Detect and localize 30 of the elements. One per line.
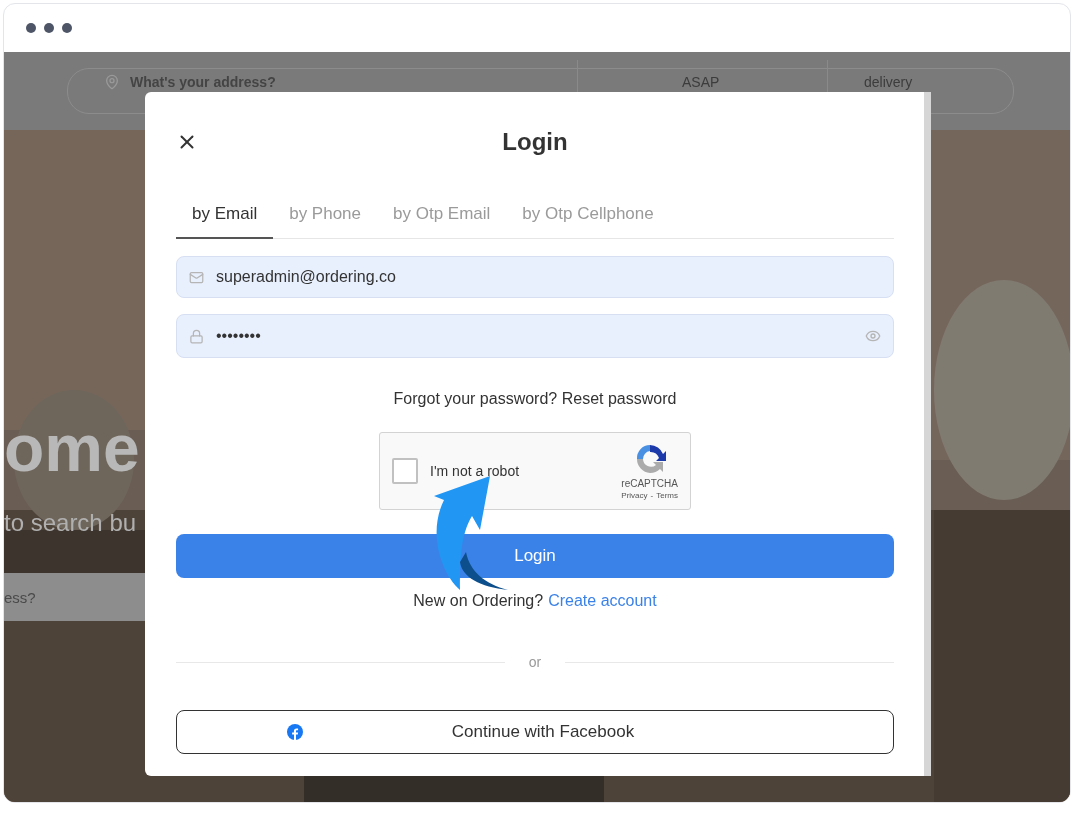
signup-prompt: New on Ordering? <box>413 592 544 610</box>
captcha-label: I'm not a robot <box>430 463 521 479</box>
pin-icon <box>104 74 120 90</box>
mail-icon <box>189 269 204 285</box>
facebook-login-button[interactable]: Continue with Facebook <box>176 710 894 754</box>
lock-icon <box>189 328 204 344</box>
email-field[interactable]: superadmin@ordering.co <box>176 256 894 298</box>
window-dot <box>44 23 54 33</box>
forgot-password-link[interactable]: Forgot your password? Reset password <box>176 390 894 408</box>
login-button[interactable]: Login <box>176 534 894 578</box>
recaptcha-brand: reCAPTCHA <box>621 478 678 489</box>
separator-text: - <box>650 491 654 500</box>
eye-icon[interactable] <box>865 328 881 344</box>
window-dot <box>26 23 36 33</box>
terms-link[interactable]: Terms <box>656 491 678 500</box>
hero-title: ome <box>4 415 140 481</box>
hero-subtitle: to search bu <box>4 509 137 537</box>
privacy-link[interactable]: Privacy <box>621 491 648 500</box>
login-method-tab[interactable]: by Email <box>176 194 274 239</box>
login-method-tab[interactable]: by Otp Email <box>377 194 507 239</box>
login-method-tab[interactable]: by Phone <box>273 194 378 239</box>
facebook-icon <box>287 724 303 740</box>
window-dot <box>62 23 72 33</box>
create-account-link[interactable]: Create account <box>548 592 657 610</box>
password-field[interactable]: •••••••• <box>176 314 894 358</box>
captcha-checkbox[interactable] <box>392 458 418 484</box>
divider-text: or <box>528 654 542 670</box>
scrollbar[interactable] <box>924 92 931 776</box>
login-method-tab[interactable]: by Otp Cellphone <box>506 194 670 239</box>
dialog-title: Login <box>501 128 569 156</box>
